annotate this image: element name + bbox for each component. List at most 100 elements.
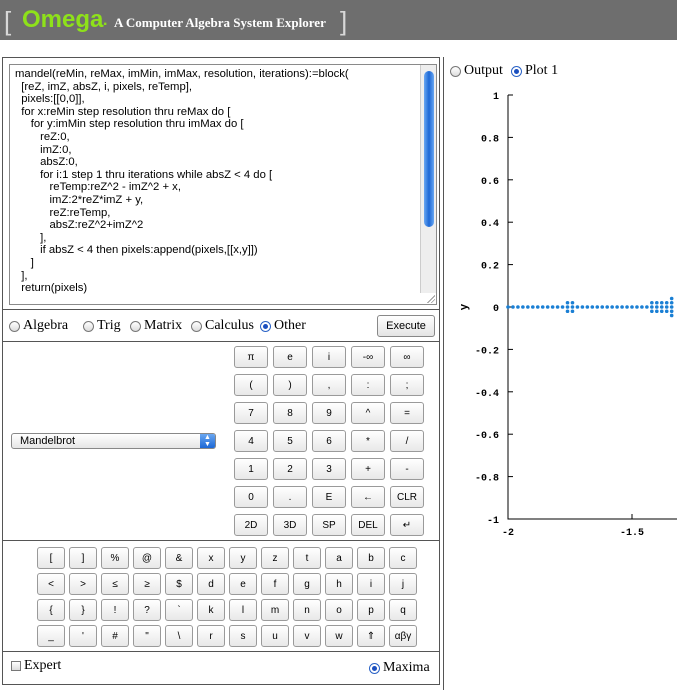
char-key[interactable]: _	[37, 625, 65, 647]
char-key[interactable]: g	[293, 573, 321, 595]
keypad-button[interactable]: ←	[351, 486, 385, 508]
mode-radio-algebra[interactable]: Algebra	[9, 318, 68, 334]
expert-checkbox[interactable]: Expert	[11, 658, 61, 674]
char-key[interactable]: k	[197, 599, 225, 621]
keypad-button[interactable]: 0	[234, 486, 268, 508]
char-key[interactable]: '	[69, 625, 97, 647]
editor-scrollbar[interactable]	[420, 65, 436, 293]
char-key[interactable]: $	[165, 573, 193, 595]
char-key[interactable]: i	[357, 573, 385, 595]
keypad-button[interactable]: /	[390, 430, 424, 452]
char-key[interactable]: h	[325, 573, 353, 595]
char-key[interactable]: t	[293, 547, 321, 569]
char-key[interactable]: v	[293, 625, 321, 647]
tab-output[interactable]: Output	[450, 63, 503, 79]
char-key[interactable]: z	[261, 547, 289, 569]
char-key[interactable]: m	[261, 599, 289, 621]
char-key[interactable]: `	[165, 599, 193, 621]
keypad-button[interactable]: 8	[273, 402, 307, 424]
char-key[interactable]: @	[133, 547, 161, 569]
char-key[interactable]: a	[325, 547, 353, 569]
keypad-button[interactable]: SP	[312, 514, 346, 536]
keypad-button[interactable]: E	[312, 486, 346, 508]
char-key[interactable]: ]	[69, 547, 97, 569]
keypad-button[interactable]: DEL	[351, 514, 385, 536]
keypad-button[interactable]: *	[351, 430, 385, 452]
keypad-button[interactable]: (	[234, 374, 268, 396]
keypad-button[interactable]: e	[273, 346, 307, 368]
char-key[interactable]: o	[325, 599, 353, 621]
keypad-button[interactable]: ;	[390, 374, 424, 396]
char-key[interactable]: x	[197, 547, 225, 569]
mode-radio-calculus[interactable]: Calculus	[191, 318, 254, 334]
keypad-button[interactable]: ,	[312, 374, 346, 396]
char-key[interactable]: &	[165, 547, 193, 569]
keypad-button[interactable]: ^	[351, 402, 385, 424]
char-key[interactable]: %	[101, 547, 129, 569]
keypad-button[interactable]: 2	[273, 458, 307, 480]
keypad-button[interactable]: 6	[312, 430, 346, 452]
keypad-button[interactable]: 3	[312, 458, 346, 480]
keypad-button[interactable]: 2D	[234, 514, 268, 536]
keypad-button[interactable]: .	[273, 486, 307, 508]
char-key[interactable]: #	[101, 625, 129, 647]
editor-scroll-thumb[interactable]	[424, 71, 434, 227]
tab-plot-1[interactable]: Plot 1	[511, 63, 558, 79]
char-key[interactable]: d	[197, 573, 225, 595]
keypad-button[interactable]: 1	[234, 458, 268, 480]
execute-button[interactable]: Execute	[377, 315, 435, 337]
keypad-button[interactable]: i	[312, 346, 346, 368]
char-key[interactable]: f	[261, 573, 289, 595]
char-key[interactable]: b	[357, 547, 385, 569]
char-key[interactable]: ?	[133, 599, 161, 621]
keypad-button[interactable]: 5	[273, 430, 307, 452]
maxima-radio[interactable]: Maxima	[369, 660, 430, 676]
char-key[interactable]: n	[293, 599, 321, 621]
char-key[interactable]: {	[37, 599, 65, 621]
checkbox-icon	[11, 661, 21, 671]
char-key[interactable]: ⇑	[357, 625, 385, 647]
keypad-button[interactable]: ∞	[390, 346, 424, 368]
char-key[interactable]: s	[229, 625, 257, 647]
resize-grip-icon[interactable]	[426, 294, 435, 303]
char-key[interactable]: y	[229, 547, 257, 569]
char-key[interactable]: \	[165, 625, 193, 647]
keypad-button[interactable]: 4	[234, 430, 268, 452]
char-key[interactable]: r	[197, 625, 225, 647]
keypad-button[interactable]: -	[390, 458, 424, 480]
char-key[interactable]: j	[389, 573, 417, 595]
char-key[interactable]: "	[133, 625, 161, 647]
function-select[interactable]: Mandelbrot ▲ ▼	[11, 433, 216, 449]
char-key[interactable]: αβγ	[389, 625, 417, 647]
char-key[interactable]: l	[229, 599, 257, 621]
char-key[interactable]: !	[101, 599, 129, 621]
char-key[interactable]: w	[325, 625, 353, 647]
char-key[interactable]: p	[357, 599, 385, 621]
keypad-button[interactable]: π	[234, 346, 268, 368]
keypad-button[interactable]: ↵	[390, 514, 424, 536]
char-key[interactable]: u	[261, 625, 289, 647]
char-key[interactable]: >	[69, 573, 97, 595]
keypad-button[interactable]: 3D	[273, 514, 307, 536]
char-key[interactable]: }	[69, 599, 97, 621]
char-key[interactable]: e	[229, 573, 257, 595]
keypad-button[interactable]: 9	[312, 402, 346, 424]
keypad-button[interactable]: +	[351, 458, 385, 480]
keypad-button[interactable]: -∞	[351, 346, 385, 368]
char-key[interactable]: [	[37, 547, 65, 569]
mode-radio-trig[interactable]: Trig	[83, 318, 121, 334]
char-key[interactable]: q	[389, 599, 417, 621]
char-key[interactable]: c	[389, 547, 417, 569]
keypad-button[interactable]: )	[273, 374, 307, 396]
keypad-button[interactable]: :	[351, 374, 385, 396]
keypad-button[interactable]: CLR	[390, 486, 424, 508]
code-text[interactable]: mandel(reMin, reMax, imMin, imMax, resol…	[15, 68, 349, 295]
char-key[interactable]: ≥	[133, 573, 161, 595]
char-key[interactable]: ≤	[101, 573, 129, 595]
char-key[interactable]: <	[37, 573, 65, 595]
mode-radio-other[interactable]: Other	[260, 318, 306, 334]
keypad-button[interactable]: =	[390, 402, 424, 424]
code-editor[interactable]: mandel(reMin, reMax, imMin, imMax, resol…	[9, 64, 437, 305]
mode-radio-matrix[interactable]: Matrix	[130, 318, 182, 334]
keypad-button[interactable]: 7	[234, 402, 268, 424]
